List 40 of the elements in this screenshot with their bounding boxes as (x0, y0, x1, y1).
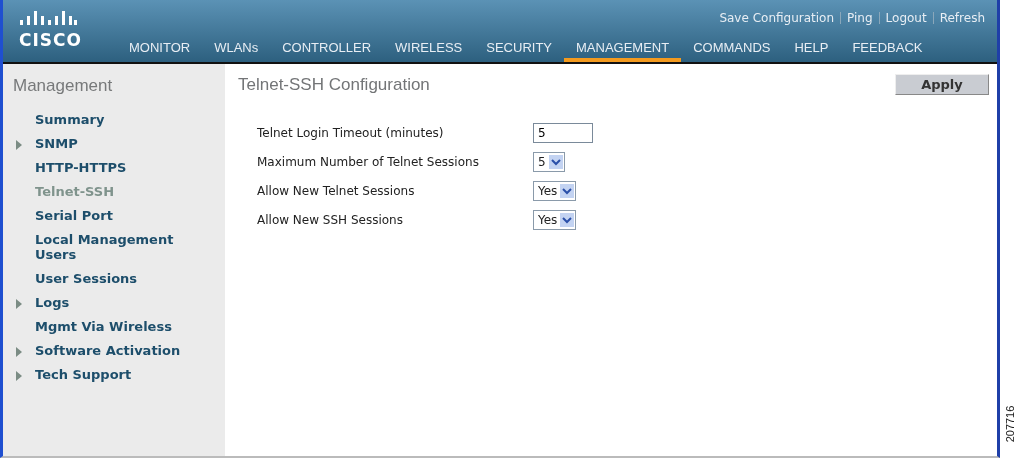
sidebar-title: Management (13, 76, 114, 96)
nav-tab[interactable]: WIRELESS (383, 40, 475, 62)
expand-arrow-icon[interactable] (16, 347, 22, 357)
logo-bars-icon (19, 10, 77, 28)
nav-tab[interactable]: CONTROLLER (270, 40, 384, 62)
nav-tab[interactable]: SECURITY (474, 40, 564, 62)
sidebar-item[interactable]: HTTP-HTTPS (35, 160, 127, 175)
sidebar-item[interactable]: Local Management Users (35, 232, 205, 262)
field-label: Maximum Number of Telnet Sessions (257, 154, 480, 169)
header-link[interactable]: Ping (841, 10, 879, 25)
expand-arrow-icon[interactable] (16, 140, 22, 150)
dropdown[interactable]: 5 (533, 151, 565, 172)
nav-tab[interactable]: WLANs (202, 40, 271, 62)
field-label: Telnet Login Timeout (minutes) (257, 125, 445, 140)
sidebar-item[interactable]: User Sessions (35, 271, 138, 286)
nav-tab[interactable]: FEEDBACK (840, 40, 935, 62)
header-link[interactable]: Refresh (933, 10, 991, 25)
nav-tab[interactable]: MONITOR (117, 40, 203, 62)
logo-text: CISCO (19, 30, 83, 50)
sidebar-item[interactable]: Summary (35, 112, 105, 127)
page-title: Telnet-SSH Configuration (238, 74, 430, 95)
header-link[interactable]: Save Configuration (713, 10, 841, 25)
expand-arrow-icon[interactable] (16, 299, 22, 309)
apply-button[interactable]: Apply (895, 74, 989, 95)
sidebar-item[interactable]: Logs (35, 295, 70, 310)
expand-arrow-icon[interactable] (16, 371, 22, 381)
field-label: Allow New SSH Sessions (257, 212, 404, 227)
nav-tab[interactable]: HELP (782, 40, 841, 62)
figure-number: 207716 (1004, 405, 1016, 443)
sidebar-item[interactable]: Mgmt Via Wireless (35, 319, 172, 334)
dropdown[interactable]: Yes (533, 209, 577, 230)
sidebar-item[interactable]: Serial Port (35, 208, 113, 223)
sidebar-item[interactable]: Software Activation (35, 343, 181, 358)
field-label: Allow New Telnet Sessions (257, 183, 416, 198)
dropdown[interactable]: Yes (533, 180, 577, 201)
timeout-field[interactable]: 5 (533, 122, 593, 143)
header-link[interactable]: Logout (879, 10, 933, 25)
sidebar-item[interactable]: SNMP (35, 136, 78, 151)
sidebar-item[interactable]: Tech Support (35, 367, 132, 382)
nav-tab[interactable]: COMMANDS (681, 40, 783, 62)
